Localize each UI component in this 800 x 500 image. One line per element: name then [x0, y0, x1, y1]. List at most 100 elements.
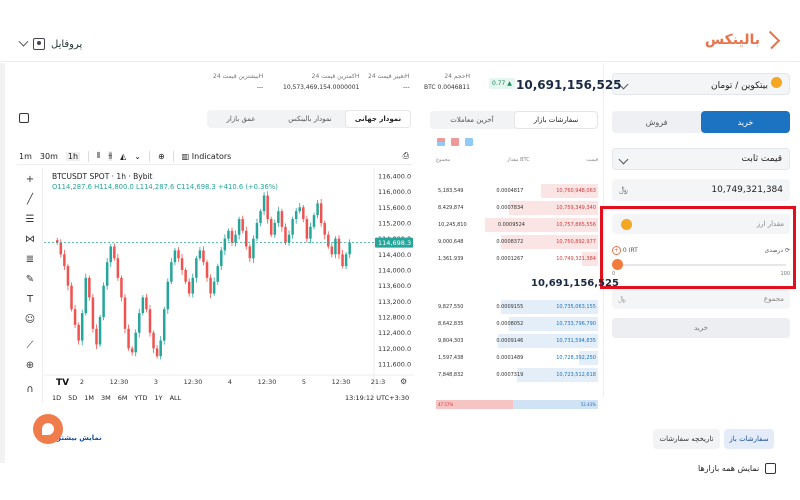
row-total: 1,597,438 — [438, 355, 464, 361]
bid-row[interactable]: 8,642,835 0.0008052 10,733,796,790 — [436, 317, 598, 331]
brush-icon[interactable]: ✎ — [24, 274, 36, 286]
bid-row[interactable]: 1,597,438 0.0001489 10,728,392,250 — [436, 351, 598, 365]
trendline-icon[interactable]: ╱ — [24, 194, 36, 206]
indicators-button[interactable]: ▥ Indicators — [182, 152, 232, 161]
text-icon[interactable]: T — [24, 294, 36, 306]
magnet-icon[interactable]: ∩ — [24, 384, 36, 396]
candle-body — [187, 281, 191, 294]
asks-only-icon[interactable] — [451, 138, 459, 146]
price-value: 10,749,321,384 — [711, 185, 783, 195]
buy-tab[interactable]: خرید — [701, 111, 790, 133]
x-tick-label: 12:30 — [110, 378, 129, 386]
camera-icon[interactable]: ⎙ — [403, 151, 409, 161]
interval-30m[interactable]: 30m — [40, 152, 58, 161]
divider — [148, 150, 150, 162]
x-tick-label: 3 — [154, 378, 158, 386]
tab-market-depth[interactable]: عمق بازار — [207, 110, 275, 128]
order-type-label: قیمت ثابت — [741, 154, 782, 164]
row-total: 9,000,648 — [438, 239, 464, 245]
candle-body — [166, 281, 170, 310]
ask-row[interactable]: 9,000,648 0.0008372 10,750,892,977 — [436, 235, 598, 249]
order-type-select[interactable]: قیمت ثابت — [612, 148, 790, 170]
row-price: 10,733,796,790 — [556, 321, 596, 327]
area-style-icon[interactable]: ◭ — [120, 152, 126, 161]
sell-tab[interactable]: فروش — [612, 111, 701, 133]
row-price: 10,749,321,384 — [556, 256, 596, 262]
toman-icon: ﷼ — [619, 185, 628, 194]
both-sides-icon[interactable] — [437, 138, 445, 146]
left-edge-strip — [0, 63, 5, 463]
open-orders-button[interactable]: سفارشات باز — [724, 429, 774, 449]
price-input[interactable]: ﷼ 10,749,321,384 — [612, 179, 790, 201]
order-history-button[interactable]: تاریخچه سفارشات — [653, 429, 720, 449]
settings-gear-icon[interactable]: ⚙ — [400, 377, 407, 386]
row-total: 10,245,810 — [438, 222, 467, 228]
bid-row[interactable]: 7,848,832 0.0007319 10,723,512,618 — [436, 368, 598, 382]
bid-row[interactable]: 9,827,550 0.0009155 10,735,063,155 — [436, 300, 598, 314]
last-price-label: 114,698.3 — [378, 239, 411, 247]
candle-style-icon[interactable]: ⫵ — [108, 151, 113, 161]
divider — [88, 150, 90, 162]
range-all[interactable]: ALL — [170, 394, 182, 402]
range-1m[interactable]: 1M — [84, 394, 94, 402]
candle-body — [141, 297, 145, 314]
pattern-icon[interactable]: ⋈ — [24, 234, 36, 246]
range-6m[interactable]: 6M — [118, 394, 128, 402]
chat-icon — [42, 423, 54, 435]
interval-1m[interactable]: 1m — [19, 152, 32, 161]
total-input[interactable]: ﷼ مجموع — [612, 289, 790, 309]
submit-buy-button[interactable]: خرید — [612, 318, 790, 338]
bids-only-icon[interactable] — [465, 138, 473, 146]
tradingview-logo[interactable]: TV — [56, 378, 69, 388]
y-tick-label: 114,400.0 — [378, 251, 411, 259]
zoom-icon[interactable]: ⊕ — [24, 360, 36, 372]
stat-volume: حجم 24H BTC 0.0046811 — [424, 73, 470, 91]
row-price: 10,723,512,618 — [556, 372, 596, 378]
range-1y[interactable]: 1Y — [154, 394, 162, 402]
row-amount: 0.0009146 — [496, 338, 524, 344]
expand-icon[interactable] — [19, 113, 29, 123]
tab-recent-trades[interactable]: آخرین معاملات — [430, 111, 514, 129]
range-3m[interactable]: 3M — [101, 394, 111, 402]
stat-label: بیشترین قیمت 24H — [213, 73, 264, 80]
row-amount: 0.0001267 — [496, 256, 524, 262]
stat-low: کمترین قیمت 24H 10,573,469,154.0000001 — [283, 73, 359, 91]
fib-icon[interactable]: ☰ — [24, 214, 36, 226]
col-total: مجموع — [436, 157, 451, 163]
range-5d[interactable]: 5D — [68, 394, 77, 402]
candle-body — [330, 246, 334, 255]
price-chart[interactable]: 116,400.0 116,000.0 115,600.0 115,200.0 114,… — [44, 168, 414, 390]
tab-market-orders[interactable]: سفارشات بازار — [514, 111, 598, 129]
show-all-markets[interactable]: نمایش همه بازارها — [698, 463, 777, 474]
interval-1h[interactable]: 1h — [65, 151, 81, 161]
crosshair-icon[interactable]: + — [24, 174, 36, 186]
emoji-icon[interactable]: ☺ — [24, 314, 36, 326]
profile-menu[interactable]: پروفایل — [18, 36, 82, 50]
candle-body — [195, 258, 198, 278]
projection-icon[interactable]: ≣ — [24, 254, 36, 266]
row-amount: 0.0008052 — [496, 321, 524, 327]
candle-body — [327, 234, 330, 247]
ask-row[interactable]: 8,429,874 0.0007834 10,759,349,340 — [436, 201, 598, 215]
x-tick-label: 12:30 — [332, 378, 351, 386]
bid-row[interactable]: 9,804,303 0.0009146 10,731,594,835 — [436, 334, 598, 348]
chevron-down-icon — [618, 154, 629, 164]
chevron-down-icon[interactable]: ⌄ — [134, 152, 141, 161]
add-compare-icon[interactable]: ⊕ — [158, 152, 165, 161]
range-ytd[interactable]: YTD — [135, 394, 148, 402]
show-more-link[interactable]: نمایش بیشتر — [57, 434, 102, 442]
bar-style-icon[interactable]: ⫴ — [97, 151, 100, 161]
tab-global-chart[interactable]: نمودار جهانی — [345, 110, 411, 128]
ask-row[interactable]: 1,361,939 0.0001267 10,749,321,384 — [436, 252, 598, 266]
ask-row[interactable]: 10,245,810 0.0009524 10,757,865,556 — [436, 218, 598, 232]
ask-row[interactable]: 5,183,549 0.0004817 10,760,948,063 — [436, 184, 598, 198]
ruler-icon[interactable]: ⟋ — [24, 340, 36, 352]
brand-logo[interactable]: بالینکس — [705, 30, 781, 50]
candle-body — [155, 348, 159, 357]
checkbox[interactable] — [765, 463, 777, 474]
range-1d[interactable]: 1D — [52, 394, 61, 402]
pair-selector[interactable]: بیتکوین / تومان — [612, 73, 790, 95]
candle-body — [123, 297, 127, 329]
candle-body — [173, 250, 177, 263]
tab-balinex-chart[interactable]: نمودار بالینکس — [276, 110, 344, 128]
